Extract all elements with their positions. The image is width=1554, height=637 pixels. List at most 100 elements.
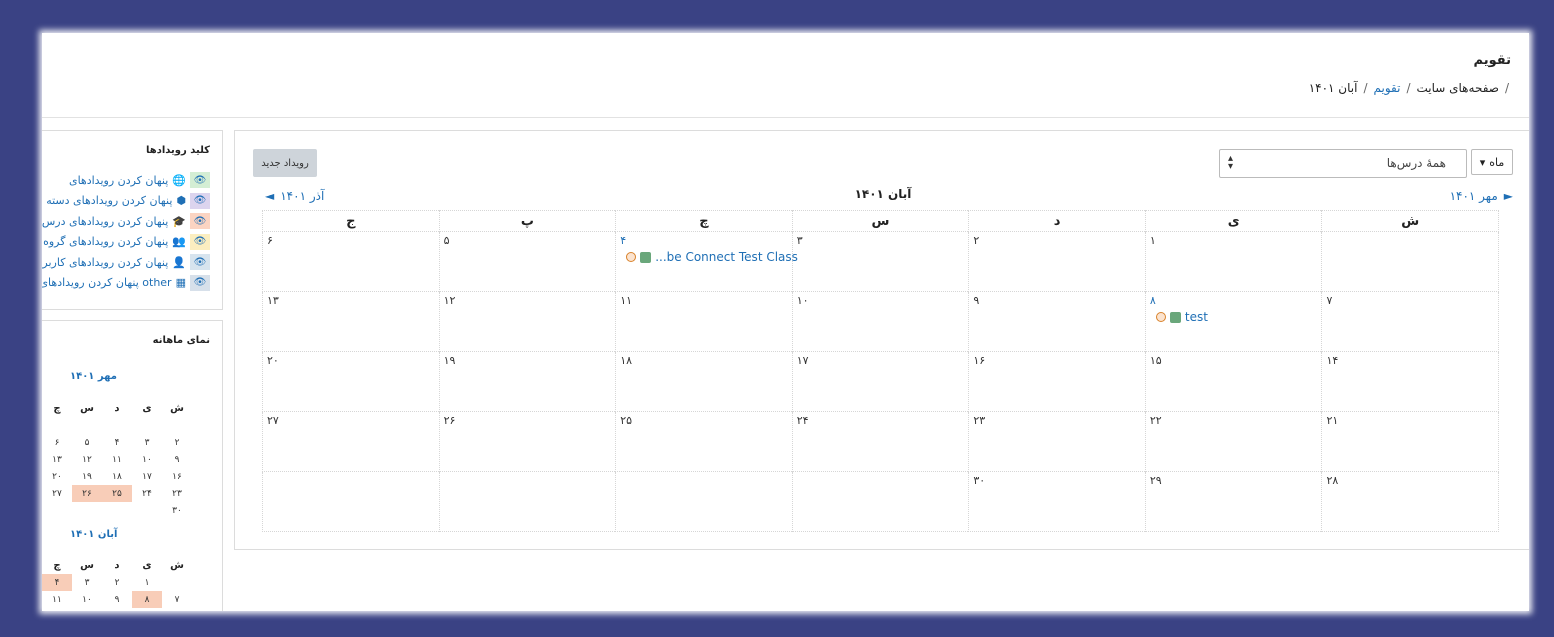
calendar-day-cell[interactable]: ۱۹ [438, 351, 617, 412]
calendar-day-cell[interactable]: ۱۸ [615, 351, 793, 412]
calendar-day-cell[interactable]: ۱۱ [615, 291, 793, 352]
legend-label[interactable]: پنهان کردن رویدادهای دسته [46, 194, 172, 207]
breadcrumb-site-pages[interactable]: صفحه‌های سایت [1416, 81, 1498, 95]
legend-row[interactable]: 👁 ⬢ پنهان کردن رویدادهای دسته [46, 192, 210, 209]
calendar-day-cell[interactable]: ۲۷ [262, 411, 440, 472]
calendar-day-cell[interactable] [438, 471, 617, 532]
mini-day[interactable]: ۱۹ [72, 468, 102, 485]
mini-day[interactable]: ۱۷ [132, 468, 162, 485]
mini-day[interactable]: ۲ [102, 574, 132, 591]
calendar-day-cell[interactable]: ۱۳ [262, 291, 440, 352]
calendar-day-cell[interactable]: ۲۸ [1321, 471, 1499, 532]
calendar-day-cell[interactable]: ۸ test [1144, 291, 1323, 352]
event-title[interactable]: be Connect Test Class... [655, 250, 798, 264]
calendar-day-cell[interactable] [262, 471, 440, 532]
next-month-link[interactable]: ◄ آذر ۱۴۰۱ [265, 189, 324, 203]
mini-day[interactable]: ۱۲ [72, 451, 102, 468]
legend-row[interactable]: 👁 👤 پنهان کردن رویدادهای کاربر [42, 254, 210, 270]
calendar-day-cell[interactable]: ۲ [968, 231, 1146, 292]
legend-label[interactable]: پنهان کردن رویدادهای [69, 174, 168, 187]
calendar-event[interactable]: be Connect Test Class... [626, 250, 798, 264]
breadcrumb-calendar-link[interactable]: تقویم [1374, 81, 1401, 95]
eye-icon[interactable]: 👁 [190, 172, 210, 188]
calendar-day-cell[interactable] [791, 471, 970, 532]
mini-day[interactable]: ۲۳ [162, 485, 192, 502]
course-select[interactable]: همهٔ درس‌ها ▴ ▾ [1219, 149, 1467, 178]
calendar-day-cell[interactable]: ۱ [1144, 231, 1323, 292]
calendar-day-cell[interactable]: ۳ [791, 231, 970, 292]
mini-day[interactable]: ۱۱ [102, 451, 132, 468]
eye-icon[interactable]: 👁 [190, 233, 210, 250]
mini-day[interactable]: ۳ [72, 574, 102, 591]
calendar-day-cell[interactable] [1321, 231, 1499, 292]
eye-icon[interactable]: 👁 [190, 254, 210, 270]
day-number[interactable]: ۴ [620, 234, 626, 247]
mini-day[interactable]: ۲۵ [102, 485, 132, 502]
legend-label[interactable]: پنهان کردن رویدادهای درس [42, 215, 168, 228]
legend-label[interactable]: پنهان کردن رویدادهای گروه [43, 235, 168, 248]
mini-day[interactable]: ۱۰ [72, 591, 102, 608]
mini-day[interactable]: ۱۰ [132, 451, 162, 468]
calendar-day-cell[interactable] [615, 471, 793, 532]
mini-day[interactable]: ۹ [102, 591, 132, 608]
calendar-day-cell[interactable]: ۱۶ [968, 351, 1146, 412]
mini-day[interactable]: ۱۶ [162, 468, 192, 485]
calendar-day-cell[interactable]: ۴ be Connect Test Class... [615, 231, 798, 292]
calendar-day-cell[interactable]: ۱۴ [1321, 351, 1499, 412]
eye-icon[interactable]: 👁 [190, 274, 210, 291]
mini-day[interactable]: ۲۴ [132, 485, 162, 502]
mini-day[interactable]: ۴ [42, 574, 72, 591]
mini-day[interactable]: ۳۰ [162, 502, 192, 519]
legend-row[interactable]: 👁 👥 پنهان کردن رویدادهای گروه [43, 233, 210, 250]
calendar-day-cell[interactable]: ۲۰ [262, 351, 440, 412]
mini-day[interactable]: ۴ [102, 434, 132, 451]
mini-day[interactable]: ۹ [162, 451, 192, 468]
mini-day[interactable]: ۸ [132, 591, 162, 608]
course-select-value: همهٔ درس‌ها [1386, 156, 1446, 170]
calendar-day-cell[interactable]: ۲۴ [791, 411, 970, 472]
calendar-day-cell[interactable]: ۲۳ [968, 411, 1146, 472]
calendar-event[interactable]: test [1155, 310, 1208, 324]
mini-day[interactable]: ۲۶ [72, 485, 102, 502]
calendar-day-cell[interactable]: ۵ [438, 231, 617, 292]
mini-day[interactable]: ۲۷ [42, 485, 72, 502]
calendar-day-cell[interactable]: ۱۲ [438, 291, 617, 352]
mini-day[interactable]: ۱۱ [42, 591, 72, 608]
mini-month-mehr-title[interactable]: مهر ۱۴۰۱ [70, 371, 117, 382]
calendar-day-cell[interactable]: ۶ [262, 231, 440, 292]
calendar-day-cell[interactable]: ۲۱ [1321, 411, 1499, 472]
calendar-day-cell[interactable]: ۱۵ [1144, 351, 1323, 412]
mini-day[interactable]: ۷ [162, 591, 192, 608]
mini-day[interactable]: ۶ [42, 434, 72, 451]
mini-day[interactable]: ۱۳ [42, 451, 72, 468]
prev-month-link[interactable]: ► مهر ۱۴۰۱ [1450, 189, 1513, 203]
mini-day[interactable]: ۱۸ [102, 468, 132, 485]
mini-day[interactable]: ۲ [162, 434, 192, 451]
view-select[interactable]: ▾ ماه [1471, 149, 1513, 175]
calendar-day-cell[interactable]: ۷ [1321, 291, 1499, 352]
calendar-day-cell[interactable]: ۲۵ [615, 411, 793, 472]
legend-row[interactable]: 👁 ▦ پنهان کردن رویدادهای other [42, 274, 210, 291]
mini-month-aban-title[interactable]: آبان ۱۴۰۱ [70, 529, 117, 540]
eye-icon[interactable]: 👁 [190, 213, 210, 229]
calendar-day-cell[interactable]: ۱۷ [791, 351, 970, 412]
calendar-day-cell[interactable]: ۲۶ [438, 411, 617, 472]
legend-label[interactable]: پنهان کردن رویدادهای other [42, 276, 172, 289]
mini-day [102, 417, 132, 434]
new-event-button[interactable]: رویداد جدید [253, 149, 317, 177]
legend-row[interactable]: 👁 🌐 پنهان کردن رویدادهای [69, 172, 210, 188]
mini-day[interactable]: ۵ [72, 434, 102, 451]
event-title[interactable]: test [1185, 310, 1208, 324]
calendar-day-cell[interactable]: ۱۰ [791, 291, 970, 352]
calendar-day-cell[interactable]: ۳۰ [968, 471, 1146, 532]
day-number[interactable]: ۸ [1150, 294, 1156, 307]
eye-icon[interactable]: 👁 [190, 192, 210, 209]
legend-row[interactable]: 👁 🎓 پنهان کردن رویدادهای درس [42, 213, 210, 229]
legend-label[interactable]: پنهان کردن رویدادهای کاربر [42, 256, 168, 269]
mini-day[interactable]: ۲۰ [42, 468, 72, 485]
calendar-day-cell[interactable]: ۲۲ [1144, 411, 1323, 472]
calendar-day-cell[interactable]: ۲۹ [1144, 471, 1323, 532]
mini-day[interactable]: ۱ [132, 574, 162, 591]
mini-day[interactable]: ۳ [132, 434, 162, 451]
calendar-day-cell[interactable]: ۹ [968, 291, 1146, 352]
